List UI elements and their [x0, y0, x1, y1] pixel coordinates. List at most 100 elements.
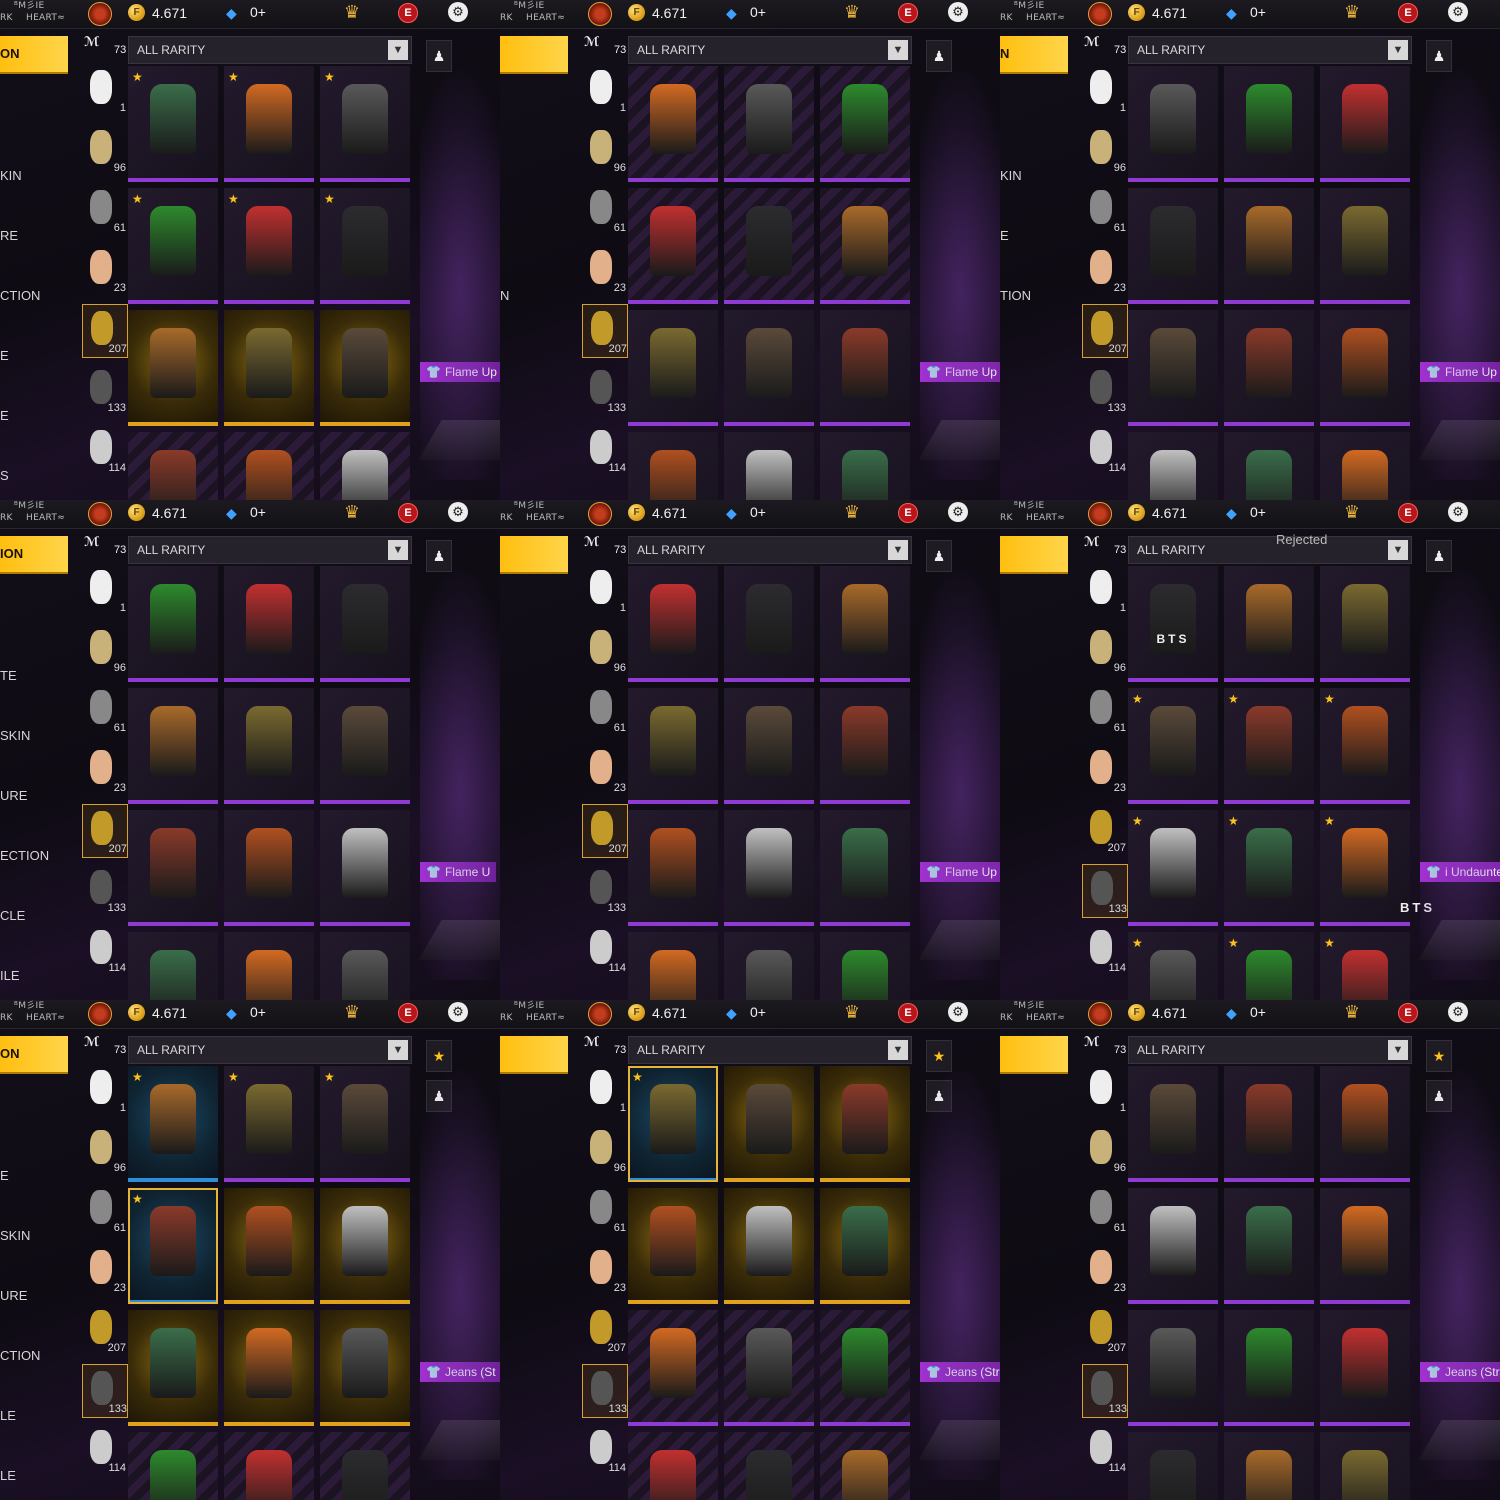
- category-mask[interactable]: 61: [582, 1184, 626, 1236]
- category-bottom[interactable]: 133: [82, 864, 126, 916]
- item-slot[interactable]: [128, 688, 218, 804]
- menu-item[interactable]: LE: [0, 1408, 16, 1423]
- item-slot[interactable]: [1128, 432, 1218, 500]
- item-slot[interactable]: [320, 566, 410, 682]
- item-slot[interactable]: [320, 810, 410, 926]
- category-bottom[interactable]: 133: [1082, 364, 1126, 416]
- item-slot[interactable]: [820, 932, 910, 1000]
- item-slot[interactable]: [224, 688, 314, 804]
- rarity-filter-dropdown[interactable]: ALL RARITY ▼: [628, 1036, 912, 1064]
- category-mask[interactable]: 61: [82, 1184, 126, 1236]
- category-hair[interactable]: 96: [582, 124, 626, 176]
- category-hat[interactable]: ℳ 73: [1084, 1034, 1126, 1062]
- item-slot[interactable]: [1128, 188, 1218, 304]
- item-slot[interactable]: ★: [224, 1066, 314, 1182]
- category-mask[interactable]: 61: [1082, 184, 1126, 236]
- chevron-down-icon[interactable]: ▼: [1388, 1040, 1408, 1060]
- elite-pass-icon[interactable]: E: [398, 503, 418, 523]
- item-slot[interactable]: [724, 1188, 814, 1304]
- item-slot[interactable]: [1320, 1188, 1410, 1304]
- item-slot[interactable]: [1320, 310, 1410, 426]
- category-mask[interactable]: 61: [582, 684, 626, 736]
- category-mask[interactable]: 61: [1082, 1184, 1126, 1236]
- item-slot[interactable]: ★: [224, 66, 314, 182]
- item-slot[interactable]: [1128, 66, 1218, 182]
- item-slot[interactable]: [724, 310, 814, 426]
- elite-pass-icon[interactable]: E: [398, 1003, 418, 1023]
- category-hair[interactable]: 96: [82, 624, 126, 676]
- menu-item[interactable]: URE: [0, 788, 27, 803]
- menu-item[interactable]: E: [0, 408, 9, 423]
- favorite-star-icon[interactable]: ★: [426, 1040, 452, 1072]
- item-slot[interactable]: [724, 1066, 814, 1182]
- item-slot[interactable]: [1320, 1066, 1410, 1182]
- item-slot[interactable]: [128, 932, 218, 1000]
- elite-pass-icon[interactable]: E: [1398, 3, 1418, 23]
- item-slot[interactable]: ★: [1320, 688, 1410, 804]
- item-slot[interactable]: [224, 810, 314, 926]
- category-top-outfit[interactable]: 1: [82, 64, 126, 116]
- item-slot[interactable]: [1128, 310, 1218, 426]
- category-top[interactable]: 207: [1082, 804, 1126, 856]
- outfit-preview-icon[interactable]: ♟: [926, 40, 952, 72]
- diamond-balance[interactable]: 0+: [1250, 4, 1266, 20]
- item-slot[interactable]: [128, 1432, 218, 1500]
- category-hat[interactable]: ℳ 73: [84, 34, 126, 62]
- category-hat[interactable]: ℳ 73: [1084, 34, 1126, 62]
- category-top[interactable]: 207: [582, 304, 628, 358]
- item-slot[interactable]: [1320, 566, 1410, 682]
- item-slot[interactable]: ★: [1224, 688, 1314, 804]
- item-slot[interactable]: [320, 310, 410, 426]
- rarity-filter-dropdown[interactable]: ALL RARITY ▼: [628, 36, 912, 64]
- elite-pass-icon[interactable]: E: [1398, 1003, 1418, 1023]
- item-slot[interactable]: ★: [320, 66, 410, 182]
- category-face[interactable]: 23: [582, 744, 626, 796]
- item-slot[interactable]: [224, 932, 314, 1000]
- menu-item[interactable]: SKIN: [0, 728, 30, 743]
- category-top[interactable]: 207: [82, 304, 128, 358]
- item-slot[interactable]: [1224, 432, 1314, 500]
- item-slot[interactable]: [820, 1310, 910, 1426]
- diamond-balance[interactable]: 0+: [1250, 1004, 1266, 1020]
- item-slot[interactable]: [128, 1310, 218, 1426]
- item-slot[interactable]: [128, 566, 218, 682]
- item-slot[interactable]: [724, 432, 814, 500]
- item-slot[interactable]: [628, 432, 718, 500]
- item-slot[interactable]: [1128, 1432, 1218, 1500]
- item-slot[interactable]: [628, 1310, 718, 1426]
- rarity-filter-dropdown[interactable]: ALL RARITY ▼: [1128, 1036, 1412, 1064]
- category-shoes[interactable]: 114: [1082, 424, 1126, 476]
- menu-item-active[interactable]: [1000, 1036, 1068, 1072]
- category-face[interactable]: 23: [1082, 744, 1126, 796]
- menu-item[interactable]: N: [500, 288, 509, 303]
- menu-item[interactable]: KIN: [1000, 168, 1022, 183]
- item-slot[interactable]: ★: [320, 1066, 410, 1182]
- category-face[interactable]: 23: [82, 1244, 126, 1296]
- item-slot[interactable]: [724, 188, 814, 304]
- item-slot[interactable]: ★: [1224, 810, 1314, 926]
- category-shoes[interactable]: 114: [582, 924, 626, 976]
- item-slot[interactable]: [628, 810, 718, 926]
- menu-item[interactable]: TION: [1000, 288, 1031, 303]
- item-slot[interactable]: [820, 810, 910, 926]
- chevron-down-icon[interactable]: ▼: [888, 540, 908, 560]
- item-slot[interactable]: [820, 566, 910, 682]
- item-slot[interactable]: [1128, 1310, 1218, 1426]
- item-slot[interactable]: ★: [1128, 932, 1218, 1000]
- menu-item[interactable]: CTION: [0, 1348, 40, 1363]
- item-slot[interactable]: ★: [128, 1066, 218, 1182]
- item-slot[interactable]: [1128, 1066, 1218, 1182]
- category-top-outfit[interactable]: 1: [82, 1064, 126, 1116]
- item-slot[interactable]: [628, 66, 718, 182]
- player-badge-icon[interactable]: [1088, 502, 1112, 526]
- item-slot[interactable]: [224, 1188, 314, 1304]
- menu-item[interactable]: CLE: [0, 908, 25, 923]
- category-hair[interactable]: 96: [582, 624, 626, 676]
- item-slot[interactable]: [224, 432, 314, 500]
- settings-icon[interactable]: ⚙: [1448, 502, 1468, 522]
- category-hair[interactable]: 96: [1082, 1124, 1126, 1176]
- rarity-filter-dropdown[interactable]: ALL RARITY ▼: [128, 1036, 412, 1064]
- item-slot[interactable]: [224, 566, 314, 682]
- item-slot[interactable]: [320, 932, 410, 1000]
- category-top-outfit[interactable]: 1: [82, 564, 126, 616]
